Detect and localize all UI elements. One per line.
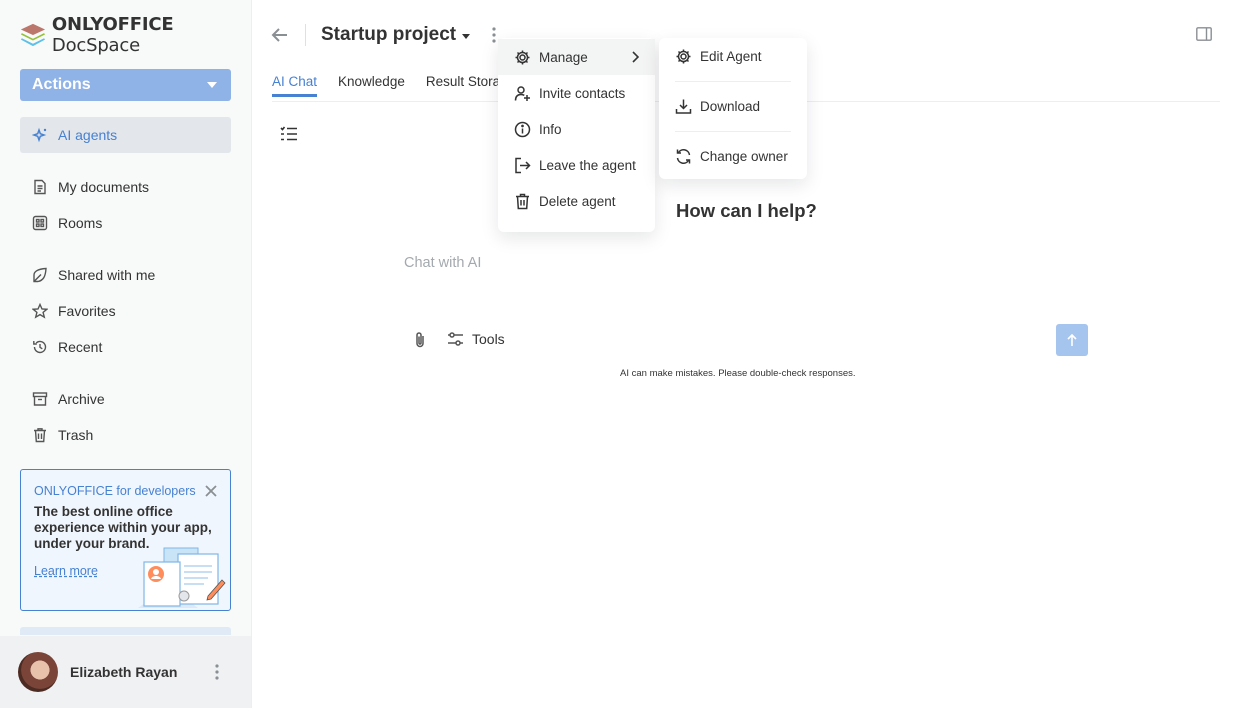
menu-item-manage[interactable]: Manage [498,39,655,75]
recent-clock-icon [32,339,48,355]
promo-text: The best online office experience within… [34,504,212,551]
change-owner-icon [676,148,691,164]
more-vertical-icon[interactable] [215,664,219,680]
menu-item-label: Download [700,98,761,114]
paperclip-icon[interactable] [412,331,428,349]
user-name: Elizabeth Rayan [70,664,178,680]
menu-item-label: Change owner [700,148,788,164]
info-icon [514,121,531,137]
rooms-grid-icon [32,215,48,231]
sidebar-strip [20,627,231,635]
menu-item-label: Invite contacts [539,85,626,101]
agent-context-menu: Manage Invite contacts Info Leave the ag… [498,38,655,232]
shared-icon [32,267,48,283]
user-profile-bar[interactable]: Elizabeth Rayan [0,636,251,708]
sidebar-item-label: My documents [58,179,150,195]
download-icon [675,99,692,114]
close-icon[interactable] [204,484,218,498]
logo-text: ONLYOFFICE DocSpace [51,14,174,56]
menu-item-leave-agent[interactable]: Leave the agent [498,147,655,183]
sidebar-item-label: Archive [58,391,105,407]
room-tabs: AI Chat Knowledge Result Stora [272,74,500,97]
star-icon [32,303,48,319]
promo-title: ONLYOFFICE for developers [34,484,196,498]
send-button[interactable] [1056,324,1088,356]
tab-result-storage[interactable]: Result Stora [426,74,500,97]
sidebar-item-shared-with-me[interactable]: Shared with me [20,257,231,293]
manage-submenu: Edit Agent Download Change owner [659,38,807,179]
menu-item-invite-contacts[interactable]: Invite contacts [498,75,655,111]
app-logo[interactable]: ONLYOFFICE DocSpace [20,14,251,56]
learn-more-link[interactable]: Learn more [34,564,98,578]
promo-illustration-icon [138,547,226,608]
sidebar-item-label: AI agents [58,127,118,143]
sidebar-item-label: Favorites [58,303,116,319]
trash-icon [32,427,48,443]
gear-icon [515,50,530,64]
sidebar-item-label: Recent [58,339,103,355]
avatar[interactable] [18,652,58,692]
chat-heading: How can I help? [676,200,817,221]
menu-item-change-owner[interactable]: Change owner [659,138,807,174]
tools-label: Tools [472,331,505,347]
ai-sparkle-icon [32,127,48,143]
gear-icon [676,49,691,63]
actions-button[interactable]: Actions [20,69,231,101]
menu-item-delete-agent[interactable]: Delete agent [498,183,655,219]
info-panel-toggle-icon[interactable] [1196,27,1212,41]
menu-divider [675,131,791,132]
chevron-right-icon [632,51,639,63]
sidebar-item-favorites[interactable]: Favorites [20,293,231,329]
caret-down-icon [207,82,217,88]
menu-item-info[interactable]: Info [498,111,655,147]
onlyoffice-logo-icon [20,23,45,47]
sidebar-item-trash[interactable]: Trash [20,417,231,453]
menu-divider [675,81,791,82]
document-icon [32,179,48,195]
tab-knowledge[interactable]: Knowledge [338,74,405,97]
header-divider [305,24,306,46]
leave-icon [515,157,531,173]
menu-item-label: Leave the agent [539,157,636,173]
tab-ai-chat[interactable]: AI Chat [272,74,318,97]
trash-icon [516,193,529,209]
menu-item-download[interactable]: Download [659,88,807,124]
invite-user-icon [514,85,530,101]
menu-item-label: Delete agent [539,193,616,209]
tools-button[interactable]: Tools [447,331,505,347]
sidebar-item-label: Rooms [58,215,103,231]
sidebar-item-rooms[interactable]: Rooms [20,205,231,241]
chat-list-icon[interactable] [280,126,298,142]
menu-item-edit-agent[interactable]: Edit Agent [659,38,807,74]
sidebar-item-ai-agents[interactable]: AI agents [20,117,231,153]
actions-label: Actions [32,76,91,93]
caret-down-icon [462,34,471,39]
sidebar-item-recent[interactable]: Recent [20,329,231,365]
menu-item-label: Info [539,121,562,137]
archive-icon [32,391,48,407]
room-title-text: Startup project [321,24,457,45]
room-title[interactable]: Startup project [321,24,471,46]
menu-item-label: Edit Agent [700,48,762,64]
ai-disclaimer: AI can make mistakes. Please double-chec… [620,368,856,379]
arrow-up-icon [1067,333,1077,346]
sidebar: ONLYOFFICE DocSpace Actions AI agents My… [0,0,252,708]
back-arrow-icon[interactable] [270,25,290,45]
more-vertical-icon[interactable] [492,27,496,43]
developer-promo-card: ONLYOFFICE for developers The best onlin… [20,469,231,611]
menu-item-label: Manage [539,49,588,65]
sidebar-item-my-documents[interactable]: My documents [20,169,231,205]
chat-input[interactable]: Chat with AI [404,255,481,271]
sidebar-item-archive[interactable]: Archive [20,381,231,417]
sidebar-item-label: Trash [58,427,94,443]
sliders-icon [448,332,463,346]
sidebar-item-label: Shared with me [58,267,156,283]
